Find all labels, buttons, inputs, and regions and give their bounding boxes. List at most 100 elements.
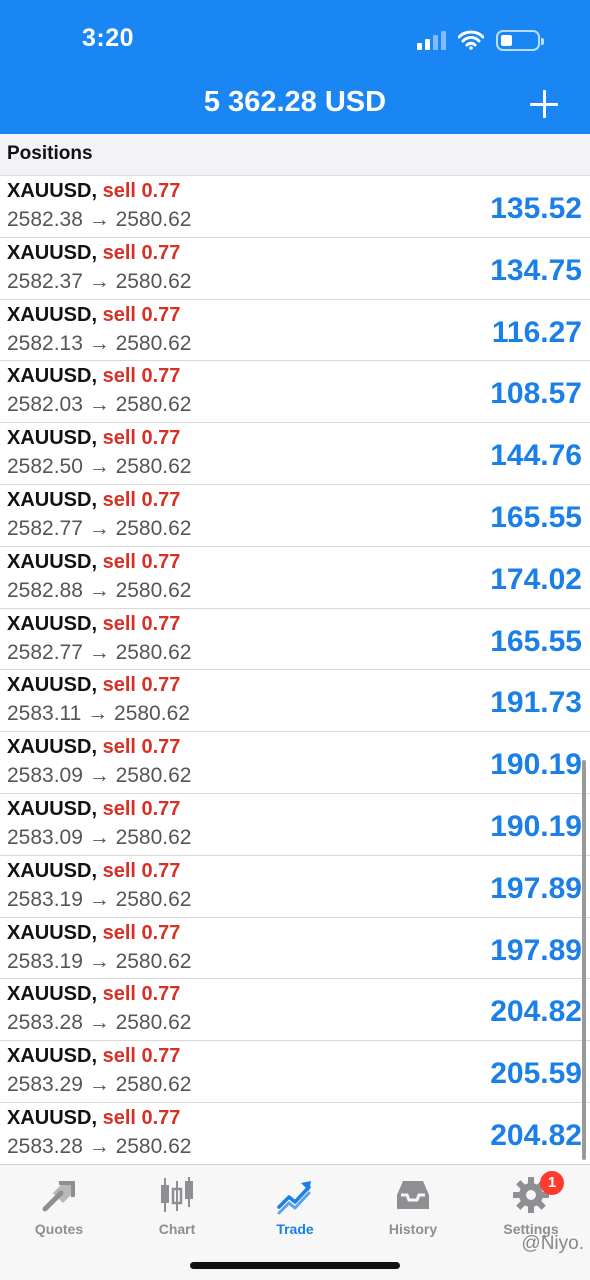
- symbol-text: XAUUSD,: [7, 921, 98, 944]
- position-symbol: XAUUSD, sell 0.77: [7, 365, 180, 388]
- position-row[interactable]: XAUUSD, sell 0.77 2583.09 → 2580.62 190.19: [0, 794, 590, 856]
- position-symbol: XAUUSD, sell 0.77: [7, 304, 180, 327]
- position-row[interactable]: XAUUSD, sell 0.77 2582.77 → 2580.62 165.55: [0, 485, 590, 547]
- symbol-text: XAUUSD,: [7, 488, 98, 511]
- position-prices: 2583.28 → 2580.62: [7, 1134, 192, 1158]
- tab-chart[interactable]: Chart: [118, 1175, 236, 1237]
- position-row[interactable]: XAUUSD, sell 0.77 2582.88 → 2580.62 174.02: [0, 547, 590, 609]
- positions-header: Positions: [0, 134, 590, 176]
- tab-label: Chart: [158, 1221, 196, 1237]
- tab-trade[interactable]: Trade: [236, 1175, 354, 1237]
- quotes-arrows-icon: [42, 1181, 75, 1212]
- position-row[interactable]: XAUUSD, sell 0.77 2583.28 → 2580.62 204.82: [0, 1103, 590, 1164]
- trade-trend-icon: [277, 1181, 311, 1215]
- order-side: sell 0.77: [102, 1106, 181, 1129]
- position-profit: 190.19: [490, 809, 582, 843]
- position-symbol: XAUUSD, sell 0.77: [7, 1107, 180, 1130]
- position-symbol: XAUUSD, sell 0.77: [7, 427, 180, 450]
- position-row[interactable]: XAUUSD, sell 0.77 2582.50 → 2580.62 144.76: [0, 423, 590, 485]
- candlestick-icon: [161, 1177, 193, 1212]
- symbol-text: XAUUSD,: [7, 303, 98, 326]
- status-time: 3:20: [82, 24, 135, 52]
- order-side: sell 0.77: [102, 921, 181, 944]
- position-prices: 2583.19 → 2580.62: [7, 887, 192, 911]
- symbol-text: XAUUSD,: [7, 365, 98, 388]
- position-prices: 2583.19 → 2580.62: [7, 949, 192, 973]
- position-profit: 134.75: [490, 253, 582, 287]
- order-side: sell 0.77: [102, 1045, 181, 1068]
- position-symbol: XAUUSD, sell 0.77: [7, 613, 180, 636]
- order-side: sell 0.77: [102, 674, 181, 697]
- position-prices: 2583.29 → 2580.62: [7, 1073, 192, 1097]
- order-side: sell 0.77: [102, 612, 181, 635]
- notification-badge: 1: [540, 1171, 564, 1195]
- position-profit: 174.02: [490, 562, 582, 596]
- symbol-text: XAUUSD,: [7, 1106, 98, 1129]
- tab-settings[interactable]: 1 Settings: [472, 1171, 590, 1237]
- position-row[interactable]: XAUUSD, sell 0.77 2582.03 → 2580.62 108.57: [0, 361, 590, 424]
- symbol-text: XAUUSD,: [7, 674, 98, 697]
- order-side: sell 0.77: [102, 303, 181, 326]
- position-profit: 191.73: [490, 686, 582, 720]
- position-row[interactable]: XAUUSD, sell 0.77 2582.38 → 2580.62 135.52: [0, 176, 590, 238]
- order-side: sell 0.77: [102, 550, 181, 573]
- order-side: sell 0.77: [102, 241, 181, 264]
- account-balance: 5 362.28 USD: [203, 86, 387, 118]
- position-profit: 165.55: [490, 624, 582, 658]
- position-symbol: XAUUSD, sell 0.77: [7, 1045, 180, 1068]
- position-symbol: XAUUSD, sell 0.77: [7, 242, 180, 265]
- order-side: sell 0.77: [102, 736, 181, 759]
- position-row[interactable]: XAUUSD, sell 0.77 2583.09 → 2580.62 190.19: [0, 732, 590, 794]
- positions-list[interactable]: XAUUSD, sell 0.77 2582.38 → 2580.62 135.52…: [0, 176, 590, 1164]
- order-side: sell 0.77: [102, 488, 181, 511]
- position-prices: 2583.11 → 2580.62: [7, 702, 190, 726]
- position-profit: 116.27: [491, 315, 582, 349]
- scrollbar[interactable]: [582, 760, 586, 1160]
- position-row[interactable]: XAUUSD, sell 0.77 2583.29 → 2580.62 205.59: [0, 1041, 590, 1103]
- position-symbol: XAUUSD, sell 0.77: [7, 736, 180, 759]
- position-symbol: XAUUSD, sell 0.77: [7, 489, 180, 512]
- position-profit: 108.57: [490, 377, 582, 411]
- cellular-signal-icon: [417, 30, 446, 50]
- symbol-text: XAUUSD,: [7, 859, 98, 882]
- top-bar: 3:20 5 362.28 USD: [0, 0, 590, 134]
- position-symbol: XAUUSD, sell 0.77: [7, 674, 180, 697]
- position-row[interactable]: XAUUSD, sell 0.77 2582.77 → 2580.62 165.55: [0, 609, 590, 671]
- symbol-text: XAUUSD,: [7, 550, 98, 573]
- position-prices: 2582.50 → 2580.62: [7, 455, 192, 479]
- position-row[interactable]: XAUUSD, sell 0.77 2582.13 → 2580.62 116.27: [0, 300, 590, 362]
- order-side: sell 0.77: [102, 797, 181, 820]
- symbol-text: XAUUSD,: [7, 180, 98, 202]
- position-row[interactable]: XAUUSD, sell 0.77 2583.28 → 2580.62 204.82: [0, 979, 590, 1042]
- position-row[interactable]: XAUUSD, sell 0.77 2583.11 → 2580.62 191.73: [0, 670, 590, 733]
- wifi-icon: [458, 30, 484, 50]
- position-row[interactable]: XAUUSD, sell 0.77 2583.19 → 2580.62 197.89: [0, 918, 590, 980]
- position-profit: 204.82: [490, 995, 582, 1029]
- position-symbol: XAUUSD, sell 0.77: [7, 860, 180, 883]
- status-icons: [417, 28, 544, 52]
- tab-label: Trade: [276, 1221, 314, 1237]
- position-row[interactable]: XAUUSD, sell 0.77 2582.37 → 2580.62 134.75: [0, 238, 590, 300]
- position-prices: 2583.09 → 2580.62: [7, 825, 192, 849]
- position-row[interactable]: XAUUSD, sell 0.77 2583.19 → 2580.62 197.89: [0, 856, 590, 918]
- position-symbol: XAUUSD, sell 0.77: [7, 983, 180, 1006]
- position-profit: 135.52: [490, 192, 582, 225]
- tab-quotes[interactable]: Quotes: [0, 1175, 118, 1237]
- position-profit: 190.19: [490, 748, 582, 782]
- symbol-text: XAUUSD,: [7, 983, 98, 1006]
- order-side: sell 0.77: [102, 859, 181, 882]
- position-prices: 2582.77 → 2580.62: [7, 640, 192, 664]
- position-prices: 2582.13 → 2580.62: [7, 331, 192, 355]
- order-side: sell 0.77: [102, 180, 181, 202]
- battery-icon: [496, 29, 544, 51]
- position-symbol: XAUUSD, sell 0.77: [7, 798, 180, 821]
- position-prices: 2582.88 → 2580.62: [7, 578, 192, 602]
- position-profit: 197.89: [490, 933, 582, 967]
- position-symbol: XAUUSD, sell 0.77: [7, 922, 180, 945]
- symbol-text: XAUUSD,: [7, 612, 98, 635]
- watermark: @Niyo.: [521, 1233, 584, 1254]
- position-profit: 205.59: [490, 1057, 582, 1091]
- add-order-button[interactable]: [526, 86, 562, 122]
- tab-history[interactable]: History: [354, 1175, 472, 1237]
- position-profit: 144.76: [490, 439, 582, 473]
